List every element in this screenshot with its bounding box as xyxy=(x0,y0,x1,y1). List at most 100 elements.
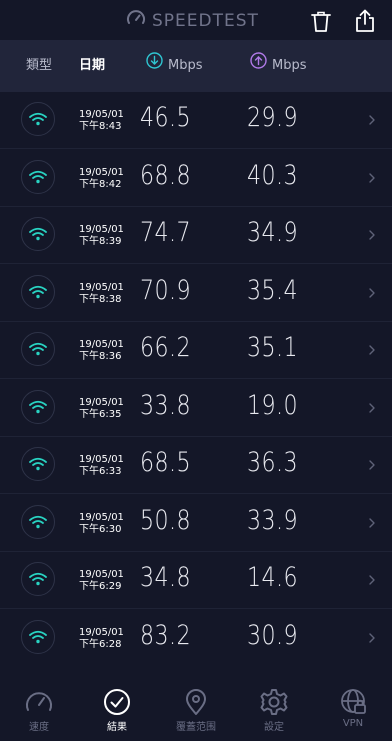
app-header: SPEEDTEST xyxy=(0,0,392,40)
result-row[interactable]: 19/05/01 下午6:33 68.5 36.3 xyxy=(0,437,392,494)
upload-speed: 40.3 xyxy=(247,159,298,191)
chevron-right-icon xyxy=(368,457,376,471)
result-datetime: 19/05/01 下午8:42 xyxy=(79,167,139,191)
checkmark-circle-icon xyxy=(82,688,152,716)
download-speed: 68.5 xyxy=(140,447,191,478)
result-datetime: 19/05/01 下午8:43 xyxy=(79,109,139,133)
result-time: 下午8:43 xyxy=(79,121,122,132)
delete-button[interactable] xyxy=(310,10,332,34)
download-speed: 68.8 xyxy=(140,159,191,191)
speedometer-icon xyxy=(126,9,152,33)
result-time: 下午8:42 xyxy=(79,178,122,190)
result-date: 19/05/01 xyxy=(79,454,124,465)
tab-settings[interactable]: 設定 xyxy=(239,688,309,738)
result-time: 下午6:30 xyxy=(79,523,122,535)
result-row[interactable]: 19/05/01 下午6:28 83.2 30.9 xyxy=(0,610,392,667)
wifi-icon xyxy=(21,504,55,539)
result-time: 下午6:35 xyxy=(79,408,122,420)
globe-lock-icon xyxy=(318,688,388,716)
sort-by-date[interactable]: 日期 xyxy=(79,40,105,92)
wifi-icon xyxy=(21,217,55,251)
result-datetime: 19/05/01 下午6:29 xyxy=(79,569,139,593)
tab-vpn[interactable]: VPN xyxy=(318,688,388,738)
result-datetime: 19/05/01 下午6:35 xyxy=(79,397,139,421)
upload-unit-label: Mbps xyxy=(272,58,307,73)
tab-coverage[interactable]: 覆蓋范围 xyxy=(161,688,231,738)
wifi-icon xyxy=(21,562,55,596)
chevron-right-icon xyxy=(368,342,376,356)
download-unit-label: Mbps xyxy=(168,58,203,73)
chevron-right-icon xyxy=(368,285,376,299)
result-datetime: 19/05/01 下午8:36 xyxy=(79,339,139,363)
chevron-right-icon xyxy=(368,572,376,586)
upload-speed: 33.9 xyxy=(247,504,298,536)
download-speed: 70.9 xyxy=(140,274,191,306)
wifi-icon xyxy=(21,159,55,194)
result-date: 19/05/01 xyxy=(79,339,124,350)
chevron-right-icon xyxy=(368,112,376,126)
result-time: 下午6:29 xyxy=(79,581,122,592)
chevron-right-icon xyxy=(368,515,376,529)
download-speed: 50.8 xyxy=(140,504,191,536)
tab-label: 設定 xyxy=(264,722,284,733)
result-time: 下午8:36 xyxy=(79,351,122,362)
download-speed: 74.7 xyxy=(140,217,191,248)
speedtest-logo: SPEEDTEST xyxy=(126,10,259,32)
bottom-tab-bar: 速度 結果 覆蓋范围 設定 VPN xyxy=(0,684,392,741)
result-time: 下午6:33 xyxy=(79,466,122,477)
result-datetime: 19/05/01 下午6:33 xyxy=(79,454,139,478)
result-time: 下午8:39 xyxy=(79,236,122,247)
tab-speed[interactable]: 速度 xyxy=(4,688,74,738)
wifi-icon xyxy=(21,332,55,366)
result-date: 19/05/01 xyxy=(79,626,124,638)
result-datetime: 19/05/01 下午8:39 xyxy=(79,224,139,248)
tab-results[interactable]: 結果 xyxy=(82,688,152,738)
download-speed: 34.8 xyxy=(140,562,191,593)
tab-label: 速度 xyxy=(29,722,49,733)
result-datetime: 19/05/01 下午6:30 xyxy=(79,512,139,536)
result-row[interactable]: 19/05/01 下午6:29 34.8 14.6 xyxy=(0,552,392,609)
result-row[interactable]: 19/05/01 下午8:39 74.7 34.9 xyxy=(0,207,392,264)
result-row[interactable]: 19/05/01 下午8:36 66.2 35.1 xyxy=(0,322,392,379)
download-speed: 83.2 xyxy=(140,619,191,651)
sort-by-upload[interactable]: Mbps xyxy=(250,40,307,92)
chevron-right-icon xyxy=(368,630,376,644)
upload-speed: 35.1 xyxy=(247,332,298,363)
download-speed: 33.8 xyxy=(140,389,191,421)
download-speed: 66.2 xyxy=(140,332,191,363)
tab-label: 覆蓋范围 xyxy=(176,722,216,733)
gear-icon xyxy=(239,688,309,716)
app-title: SPEEDTEST xyxy=(152,11,259,31)
speedometer-icon xyxy=(4,688,74,716)
wifi-icon xyxy=(21,389,55,424)
result-row[interactable]: 19/05/01 下午8:42 68.8 40.3 xyxy=(0,150,392,207)
share-button[interactable] xyxy=(354,9,376,33)
wifi-icon xyxy=(21,102,55,136)
share-icon xyxy=(354,9,376,37)
sort-by-download[interactable]: Mbps xyxy=(146,40,203,92)
result-row[interactable]: 19/05/01 下午6:30 50.8 33.9 xyxy=(0,495,392,552)
download-speed: 46.5 xyxy=(140,102,191,133)
chevron-right-icon xyxy=(368,170,376,184)
result-date: 19/05/01 xyxy=(79,109,124,120)
results-list[interactable]: 19/05/01 下午8:43 46.5 29.9 19/05/01 下午8:4… xyxy=(0,92,392,684)
upload-speed: 30.9 xyxy=(247,619,298,651)
tab-label: 結果 xyxy=(107,722,127,733)
wifi-icon xyxy=(21,274,55,309)
upload-speed: 35.4 xyxy=(247,274,298,306)
result-row[interactable]: 19/05/01 下午8:43 46.5 29.9 xyxy=(0,92,392,149)
result-time: 下午8:38 xyxy=(79,293,122,305)
result-date: 19/05/01 xyxy=(79,396,124,408)
result-time: 下午6:28 xyxy=(79,638,122,650)
result-date: 19/05/01 xyxy=(79,281,124,293)
result-row[interactable]: 19/05/01 下午8:38 70.9 35.4 xyxy=(0,265,392,322)
result-date: 19/05/01 xyxy=(79,166,124,178)
wifi-icon xyxy=(21,447,55,481)
chevron-right-icon xyxy=(368,227,376,241)
tab-label: VPN xyxy=(342,718,364,729)
upload-speed: 19.0 xyxy=(247,389,298,421)
upload-speed: 29.9 xyxy=(247,102,298,133)
result-datetime: 19/05/01 下午6:28 xyxy=(79,627,139,651)
result-row[interactable]: 19/05/01 下午6:35 33.8 19.0 xyxy=(0,380,392,437)
sort-by-type[interactable]: 類型 xyxy=(26,40,52,92)
